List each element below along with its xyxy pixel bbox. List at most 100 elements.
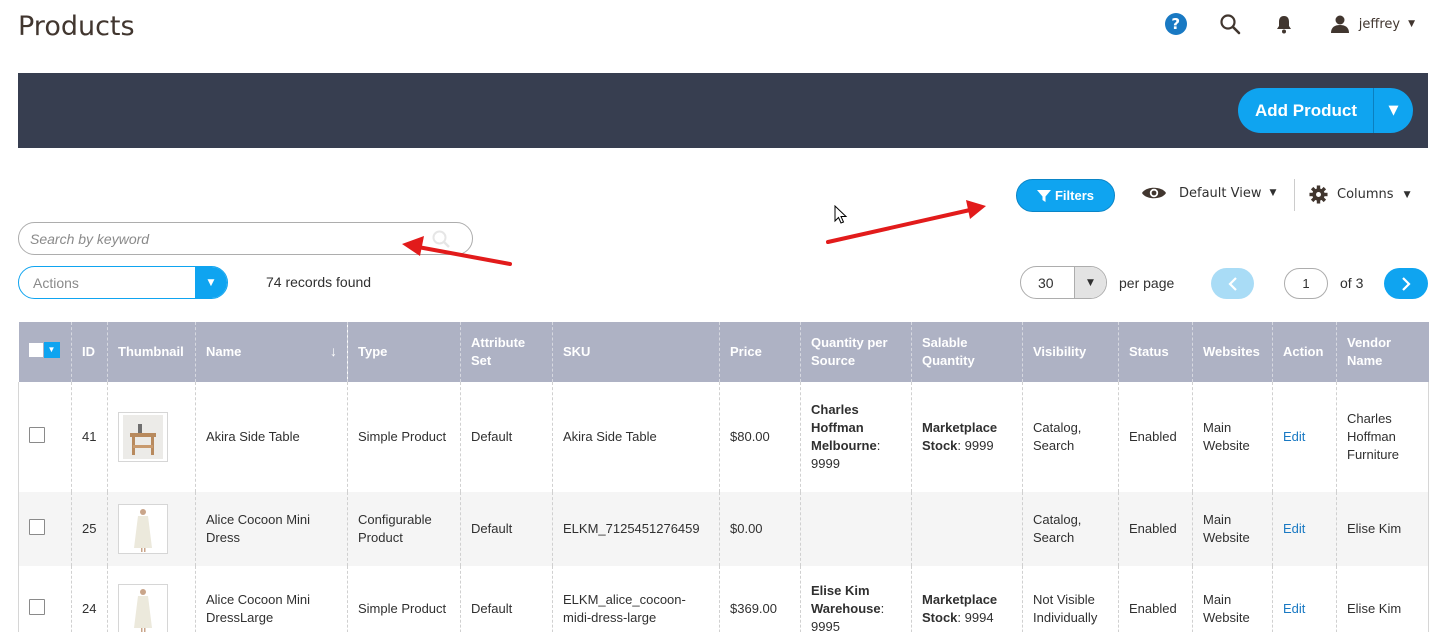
notifications-button[interactable]	[1272, 12, 1296, 36]
chevron-down-icon: ▼	[1408, 19, 1415, 29]
global-search-button[interactable]	[1218, 12, 1242, 36]
help-icon: ?	[1164, 13, 1187, 35]
column-header-thumbnail[interactable]: Thumbnail	[107, 322, 196, 382]
chevron-down-icon: ▼	[207, 277, 215, 288]
cell-visibility: Not Visible Individually	[1022, 566, 1119, 632]
columns-selector[interactable]: Columns ▼	[1309, 185, 1410, 204]
chevron-down-icon[interactable]: ▼	[43, 342, 60, 358]
cell-salable-qty: Marketplace Stock: 9994	[911, 566, 1023, 632]
per-page-toggle[interactable]: ▼	[1074, 267, 1106, 298]
actions-dropdown-toggle[interactable]: ▼	[195, 267, 227, 298]
column-header-name[interactable]: Name ↓	[195, 322, 348, 382]
cell-price: $80.00	[719, 382, 801, 492]
chevron-left-icon	[1227, 276, 1237, 291]
row-checkbox[interactable]	[29, 518, 45, 535]
table-row[interactable]: 25 Alice Cocoon Mini Dress Configurable …	[18, 492, 1429, 566]
filters-label: Filters	[1054, 188, 1094, 203]
view-selector[interactable]: Default View ▼	[1141, 185, 1276, 201]
cell-attribute-set: Default	[460, 566, 553, 632]
mass-actions-dropdown[interactable]: Actions ▼	[18, 266, 228, 299]
row-select-cell	[18, 382, 72, 492]
page-actions-bar: Add Product ▼	[18, 73, 1428, 148]
cell-sku: ELKM_7125451276459	[552, 492, 720, 566]
column-header-price[interactable]: Price	[719, 322, 801, 382]
column-header-vendor-name[interactable]: Vendor Name	[1336, 322, 1429, 382]
table-row[interactable]: 24 Alice Cocoon Mini DressLarge Simple P…	[18, 566, 1429, 632]
column-header-status[interactable]: Status	[1118, 322, 1193, 382]
column-header-type[interactable]: Type	[347, 322, 461, 382]
cell-name: Alice Cocoon Mini Dress	[195, 492, 348, 566]
page-total: of 3	[1340, 275, 1364, 291]
source-name: Charles Hoffman Melbourne	[811, 402, 877, 453]
filter-icon	[1036, 189, 1051, 202]
edit-link[interactable]: Edit	[1283, 521, 1305, 536]
arrow-to-filters	[826, 200, 986, 244]
cell-price: $369.00	[719, 566, 801, 632]
cell-id: 24	[71, 566, 108, 632]
edit-link[interactable]: Edit	[1283, 429, 1305, 444]
column-header-salable-qty: Salable Quantity	[911, 322, 1023, 382]
side-table-image	[123, 415, 163, 459]
search-icon	[1220, 14, 1241, 35]
sort-arrow-icon: ↓	[330, 343, 337, 359]
column-header-sku[interactable]: SKU	[552, 322, 720, 382]
stock-qty: : 9994	[957, 610, 994, 625]
add-product-button[interactable]: Add Product	[1238, 88, 1373, 133]
select-all-checkbox[interactable]	[28, 343, 43, 357]
edit-link[interactable]: Edit	[1283, 601, 1305, 616]
cell-websites: Main Website	[1192, 382, 1273, 492]
column-header-id[interactable]: ID	[71, 322, 108, 382]
bell-icon	[1276, 16, 1291, 34]
per-page-select[interactable]: 30 ▼	[1020, 266, 1107, 299]
mouse-cursor-icon	[834, 205, 848, 224]
cell-websites: Main Website	[1192, 492, 1273, 566]
search-icon[interactable]	[432, 230, 450, 248]
add-product-dropdown-toggle[interactable]: ▼	[1373, 88, 1413, 133]
next-page-button[interactable]	[1384, 268, 1428, 299]
table-row[interactable]: 41 Akira Side Table Simple Product Defau…	[18, 382, 1429, 492]
cell-qty-per-source	[800, 492, 912, 566]
row-checkbox[interactable]	[29, 426, 45, 443]
mass-select-control[interactable]: ▼	[28, 342, 60, 358]
cell-salable-qty: Marketplace Stock: 9999	[911, 382, 1023, 492]
chevron-down-icon: ▼	[1403, 189, 1411, 200]
per-page-value: 30	[1038, 274, 1054, 291]
help-button[interactable]: ?	[1164, 12, 1188, 36]
cell-price: $0.00	[719, 492, 801, 566]
table-header-row: ▼ ID Thumbnail Name ↓ Type Attribute Set …	[18, 322, 1429, 382]
mass-select-header: ▼	[18, 322, 72, 382]
row-checkbox[interactable]	[29, 598, 45, 615]
gear-icon	[1309, 185, 1328, 204]
dress-image	[123, 506, 163, 552]
column-header-name-label: Name	[206, 344, 242, 359]
cell-status: Enabled	[1118, 566, 1193, 632]
product-thumbnail[interactable]	[118, 412, 168, 462]
cell-salable-qty	[911, 492, 1023, 566]
cell-action: Edit	[1272, 382, 1337, 492]
toolbar-divider	[1294, 179, 1295, 211]
search-input[interactable]	[19, 223, 419, 254]
columns-label: Columns	[1337, 187, 1394, 202]
column-header-action: Action	[1272, 322, 1337, 382]
cell-id: 41	[71, 382, 108, 492]
chevron-down-icon: ▼	[1388, 103, 1399, 118]
column-header-visibility[interactable]: Visibility	[1022, 322, 1119, 382]
user-menu[interactable]: jeffrey ▼	[1330, 14, 1415, 34]
column-header-websites[interactable]: Websites	[1192, 322, 1273, 382]
cell-action: Edit	[1272, 492, 1337, 566]
filters-button[interactable]: Filters	[1016, 179, 1115, 212]
header-actions: ? jeffrey ▼	[1134, 10, 1415, 38]
cell-visibility: Catalog, Search	[1022, 382, 1119, 492]
current-page-input[interactable]: 1	[1284, 268, 1328, 299]
column-header-qty-per-source: Quantity per Source	[800, 322, 912, 382]
chevron-down-icon: ▼	[1087, 277, 1094, 288]
per-page-label: per page	[1119, 275, 1175, 291]
product-thumbnail[interactable]	[118, 584, 168, 632]
stock-qty: : 9999	[957, 438, 994, 453]
column-header-attribute-set[interactable]: Attribute Set	[460, 322, 553, 382]
row-select-cell	[18, 566, 72, 632]
product-thumbnail[interactable]	[118, 504, 168, 554]
row-select-cell	[18, 492, 72, 566]
previous-page-button[interactable]	[1211, 268, 1254, 299]
cell-attribute-set: Default	[460, 382, 553, 492]
